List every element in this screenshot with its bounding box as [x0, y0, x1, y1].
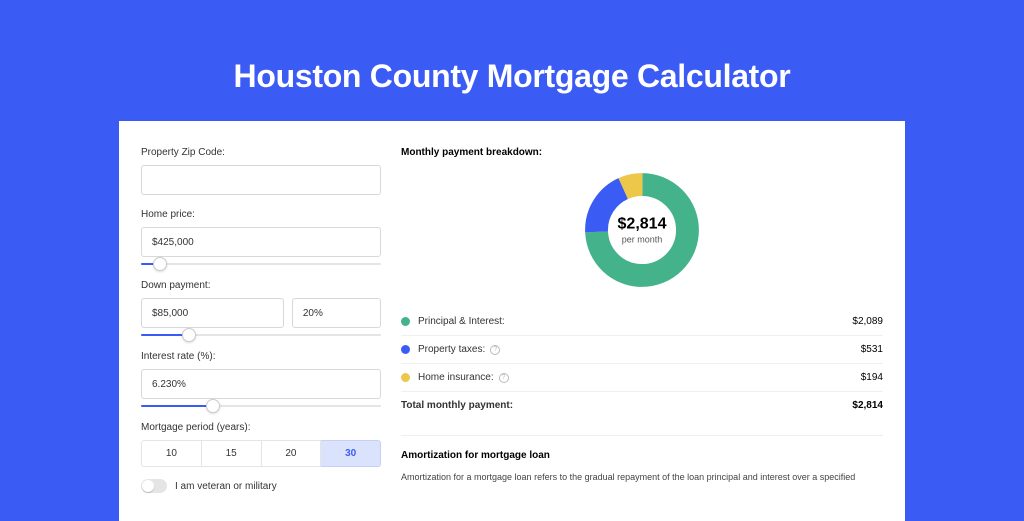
down-label: Down payment: [141, 280, 381, 291]
amortization-section: Amortization for mortgage loan Amortizat… [401, 435, 883, 484]
down-amount-input[interactable] [141, 298, 284, 328]
page-title: Houston County Mortgage Calculator [0, 58, 1024, 95]
calculator-card: Property Zip Code: Home price: Down paym… [119, 121, 905, 521]
down-slider[interactable] [141, 329, 381, 341]
veteran-toggle[interactable] [141, 479, 167, 493]
down-percent-input[interactable] [292, 298, 381, 328]
legend-row-tax: Property taxes:? $531 [401, 335, 883, 363]
rate-label: Interest rate (%): [141, 351, 381, 362]
swatch-icon [401, 317, 410, 326]
donut-chart: $2,814 per month [401, 170, 883, 290]
legend: Principal & Interest: $2,089 Property taxe… [401, 308, 883, 419]
price-input[interactable] [141, 227, 381, 257]
legend-value: $2,089 [852, 316, 883, 327]
breakdown-title: Monthly payment breakdown: [401, 147, 883, 158]
legend-row-pi: Principal & Interest: $2,089 [401, 308, 883, 335]
period-btn-20[interactable]: 20 [262, 440, 322, 467]
zip-input[interactable] [141, 165, 381, 195]
legend-value: $194 [861, 372, 883, 383]
legend-row-total: Total monthly payment: $2,814 [401, 391, 883, 419]
veteran-row: I am veteran or military [141, 479, 381, 493]
swatch-icon [401, 373, 410, 382]
veteran-label: I am veteran or military [175, 481, 277, 492]
total-label: Total monthly payment: [401, 400, 513, 411]
amortization-text: Amortization for a mortgage loan refers … [401, 471, 883, 484]
amortization-title: Amortization for mortgage loan [401, 450, 883, 461]
info-icon[interactable]: ? [499, 373, 509, 383]
slider-thumb-icon[interactable] [153, 257, 167, 271]
rate-slider[interactable] [141, 400, 381, 412]
period-btn-10[interactable]: 10 [141, 440, 202, 467]
legend-row-ins: Home insurance:? $194 [401, 363, 883, 391]
hero: Houston County Mortgage Calculator [0, 0, 1024, 95]
legend-label: Principal & Interest: [418, 316, 505, 327]
period-group: 10152030 [141, 440, 381, 467]
zip-label: Property Zip Code: [141, 147, 381, 158]
slider-thumb-icon[interactable] [182, 328, 196, 342]
swatch-icon [401, 345, 410, 354]
legend-label: Property taxes:? [418, 344, 500, 355]
toggle-knob-icon [142, 480, 154, 492]
price-slider[interactable] [141, 258, 381, 270]
breakdown-column: Monthly payment breakdown: $2,814 per mo… [401, 147, 883, 521]
period-label: Mortgage period (years): [141, 422, 381, 433]
donut-amount: $2,814 [618, 216, 667, 234]
period-btn-30[interactable]: 30 [321, 440, 381, 467]
total-value: $2,814 [852, 400, 883, 411]
period-btn-15[interactable]: 15 [202, 440, 262, 467]
legend-label: Home insurance:? [418, 372, 509, 383]
form-column: Property Zip Code: Home price: Down paym… [141, 147, 381, 521]
info-icon[interactable]: ? [490, 345, 500, 355]
donut-center: $2,814 per month [618, 216, 667, 245]
price-label: Home price: [141, 209, 381, 220]
rate-input[interactable] [141, 369, 381, 399]
slider-thumb-icon[interactable] [206, 399, 220, 413]
donut-sub: per month [618, 235, 667, 245]
legend-value: $531 [861, 344, 883, 355]
